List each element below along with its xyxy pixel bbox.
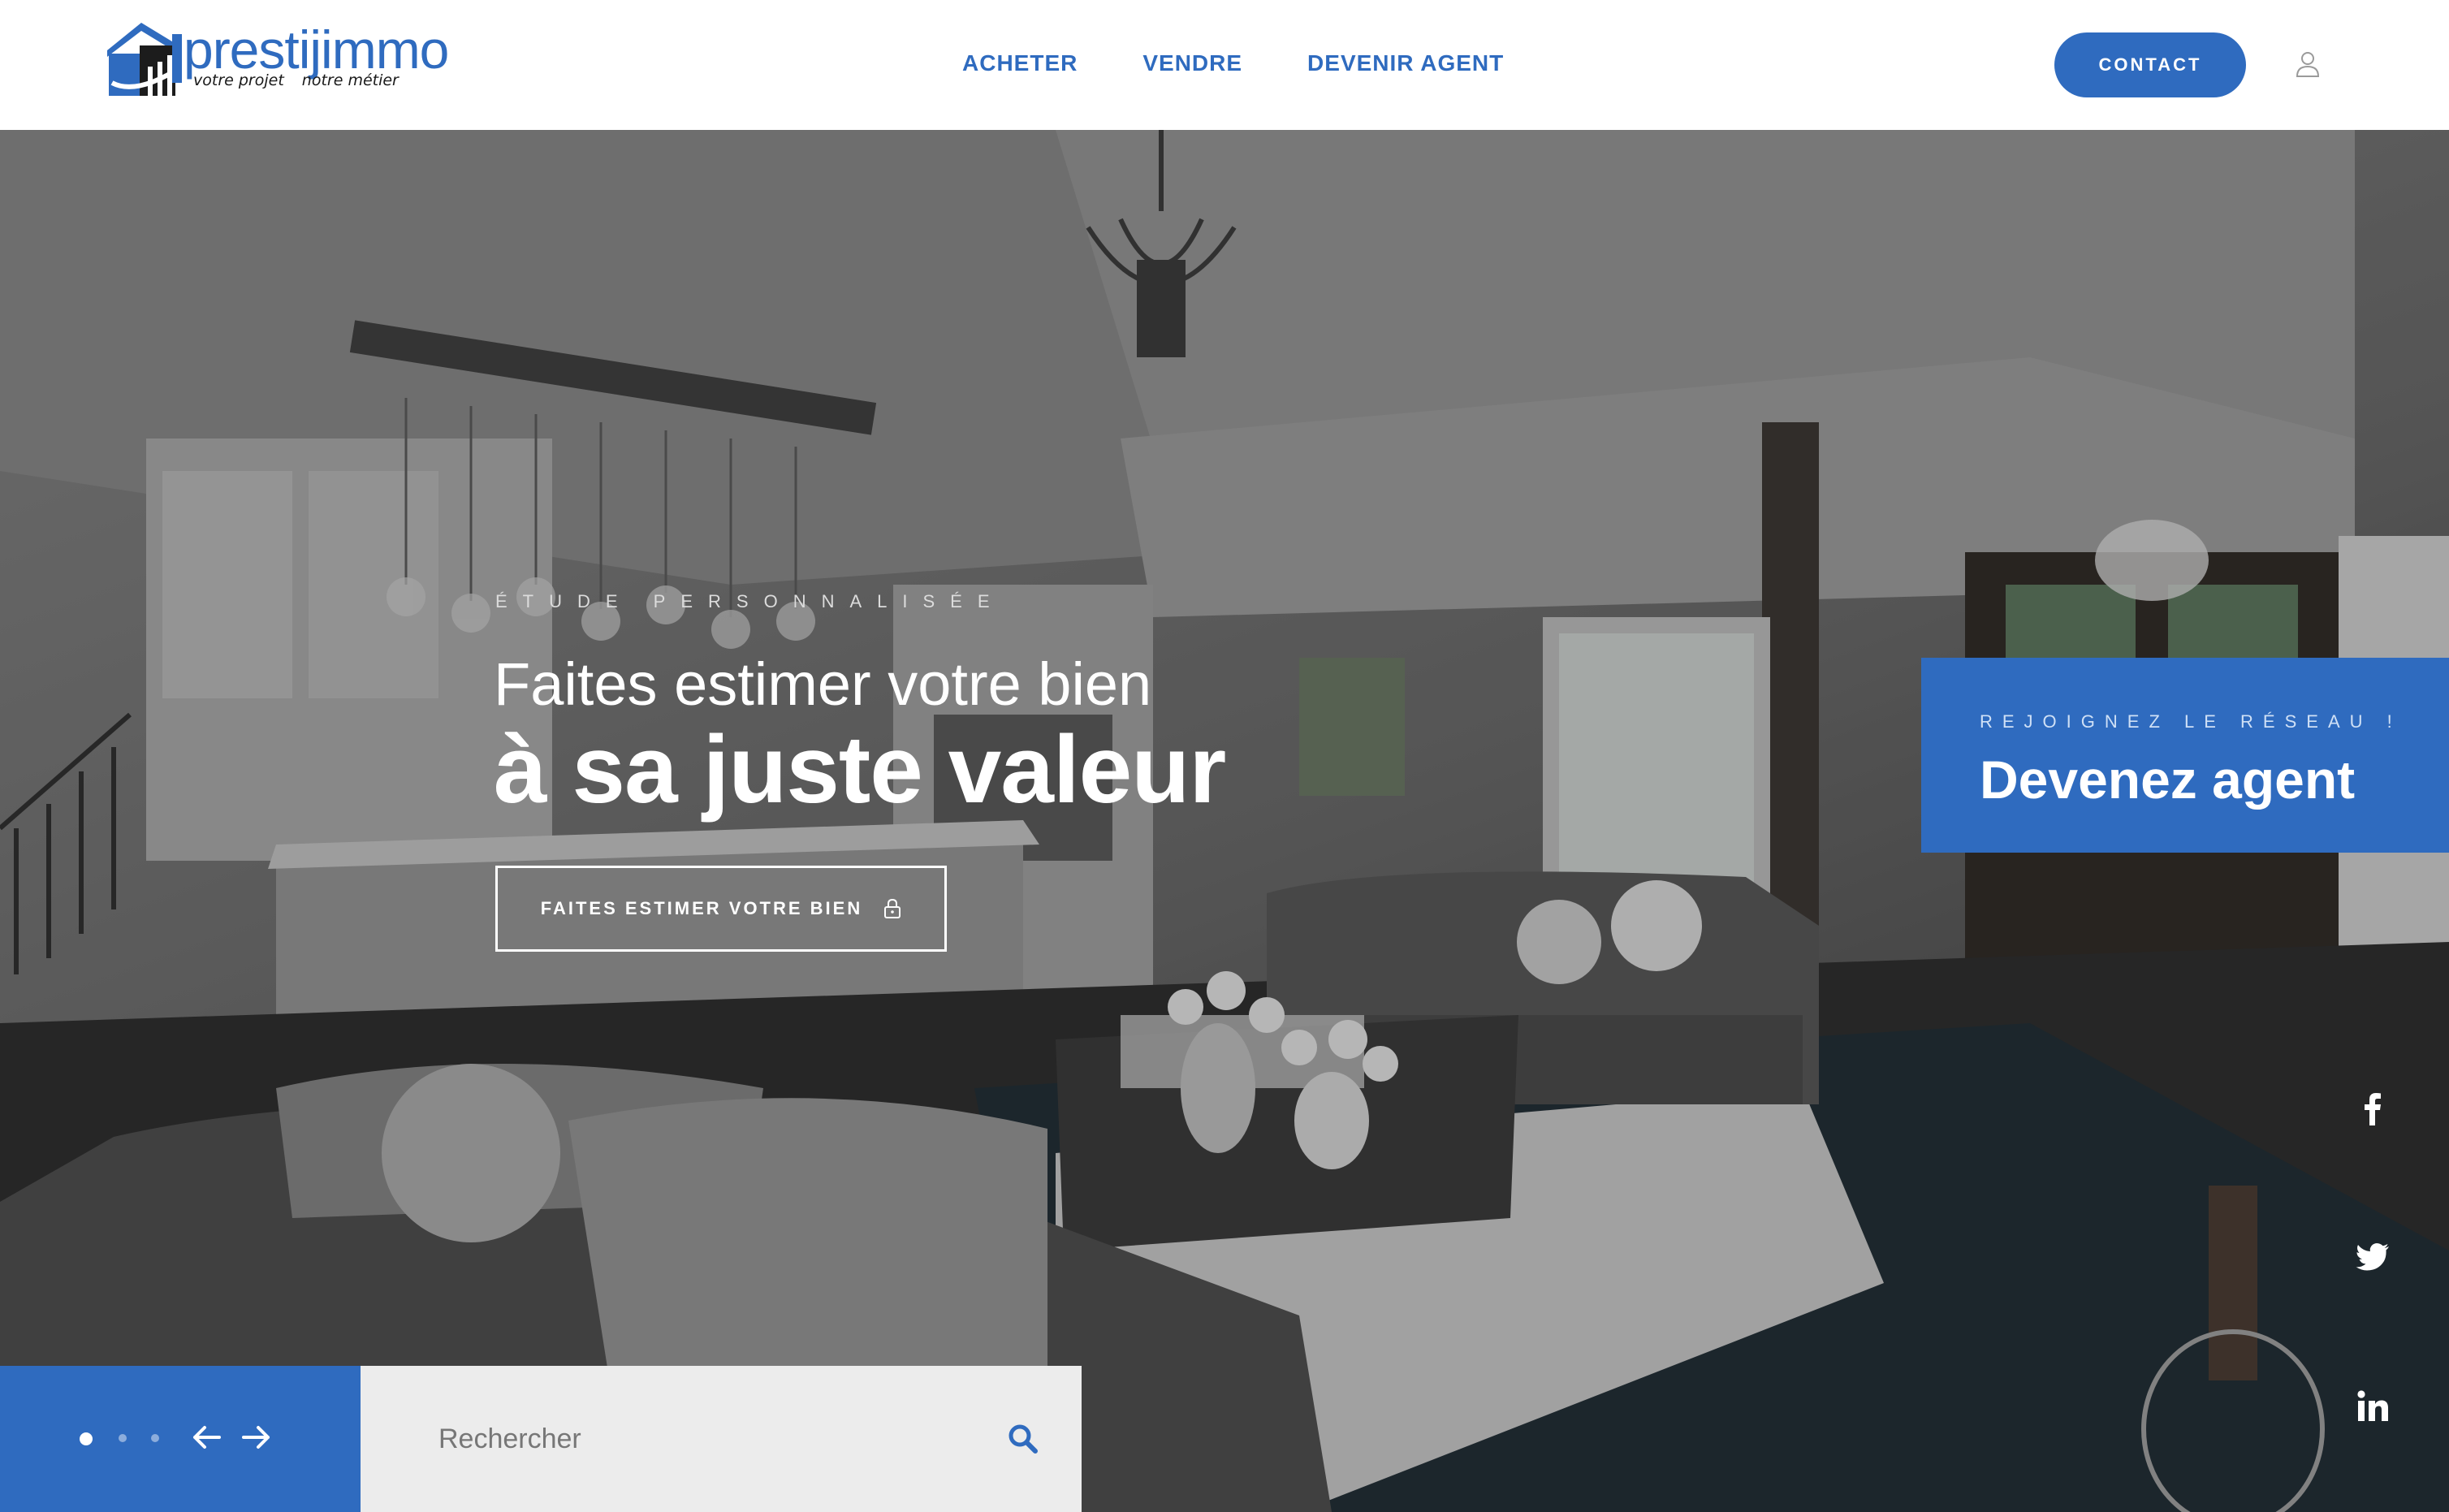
hero-section: ÉTUDE PERSONNALISÉE Faites estimer votre… xyxy=(0,130,2449,1512)
search-icon[interactable] xyxy=(1007,1423,1039,1455)
contact-button[interactable]: CONTACT xyxy=(2054,32,2246,97)
agent-panel-title: Devenez agent xyxy=(1980,750,2356,810)
hero-headline-line1: Faites estimer votre bien xyxy=(494,650,1152,718)
search-input[interactable] xyxy=(438,1415,958,1463)
estimate-button-label: FAITES ESTIMER VOTRE BIEN xyxy=(540,898,863,918)
agent-panel-eyebrow: REJOIGNEZ LE RÉSEAU ! xyxy=(1980,711,2402,732)
brand-logo[interactable]: prestijimmo votre projet notre métier xyxy=(104,18,449,107)
nav-item-vendre[interactable]: VENDRE xyxy=(1142,50,1242,76)
brand-tagline: votre projet notre métier xyxy=(193,71,399,89)
become-agent-panel[interactable]: REJOIGNEZ LE RÉSEAU ! Devenez agent xyxy=(1921,658,2449,853)
slide-dot-3[interactable] xyxy=(151,1434,159,1442)
arrow-right-icon[interactable] xyxy=(239,1419,274,1455)
brand-name: prestijimmo xyxy=(184,19,449,80)
slider-controls xyxy=(0,1366,361,1512)
facebook-icon[interactable] xyxy=(2352,1086,2394,1129)
arrow-left-icon[interactable] xyxy=(188,1419,224,1455)
hero-headline-line2: à sa juste valeur xyxy=(494,716,1226,823)
slide-dot-2[interactable] xyxy=(119,1434,127,1442)
linkedin-icon[interactable] xyxy=(2352,1385,2394,1428)
site-header: prestijimmo votre projet notre métier ACH… xyxy=(0,0,2449,130)
lock-icon xyxy=(884,898,901,918)
house-logo-icon xyxy=(107,23,184,96)
nav-item-devenir-agent[interactable]: DEVENIR AGENT xyxy=(1307,50,1504,76)
tagline-right: notre métier xyxy=(301,71,399,89)
search-box xyxy=(361,1366,1082,1512)
user-icon[interactable] xyxy=(2295,50,2321,78)
slide-dot-1[interactable] xyxy=(80,1432,93,1445)
nav-item-acheter[interactable]: ACHETER xyxy=(962,50,1078,76)
tagline-left: votre projet xyxy=(193,71,284,89)
estimate-button[interactable]: FAITES ESTIMER VOTRE BIEN xyxy=(495,866,947,952)
twitter-icon[interactable] xyxy=(2352,1236,2394,1278)
main-nav: ACHETER VENDRE DEVENIR AGENT xyxy=(962,50,1504,76)
hero-eyebrow: ÉTUDE PERSONNALISÉE xyxy=(495,591,1005,611)
